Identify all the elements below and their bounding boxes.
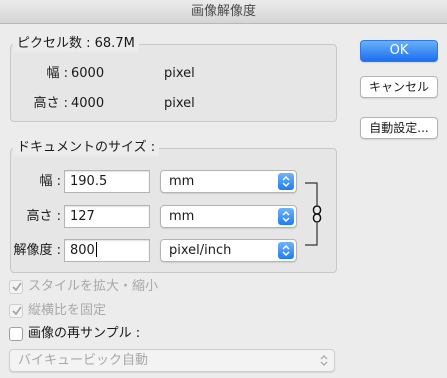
constrain-proportions-label: 縦横比を固定 [28, 303, 107, 318]
doc-width-unit-select[interactable]: mm [160, 170, 297, 193]
text-caret [95, 242, 97, 257]
auto-settings-button[interactable]: 自動設定... [360, 117, 438, 139]
doc-resolution-label: 解像度 : [13, 243, 61, 258]
scale-styles-checkbox[interactable] [9, 280, 23, 294]
pixel-height-unit: pixel [164, 96, 195, 111]
doc-width-label: 幅 : [39, 174, 61, 189]
pixel-height-label: 高さ : [33, 96, 68, 111]
doc-height-input[interactable]: 127 [64, 205, 150, 228]
doc-width-input[interactable]: 190.5 [64, 170, 150, 193]
doc-height-label: 高さ : [26, 209, 61, 224]
doc-resolution-input[interactable]: 800 [64, 239, 150, 262]
pixel-width-label: 幅 : [46, 66, 68, 81]
document-size-legend: ドキュメントのサイズ : [13, 140, 160, 156]
chevron-updown-icon [278, 242, 294, 259]
resample-label: 画像の再サンプル : [28, 326, 141, 341]
ok-button[interactable]: OK [360, 40, 438, 62]
chevron-updown-icon [278, 208, 294, 225]
constrain-proportions-checkbox[interactable] [9, 304, 23, 318]
pixel-width-unit: pixel [164, 66, 195, 81]
doc-resolution-unit-select[interactable]: pixel/inch [160, 239, 297, 262]
pixel-height-value: 4000 [71, 96, 105, 111]
chain-link-icon[interactable] [311, 204, 323, 224]
chevron-updown-icon [278, 173, 294, 190]
pixel-width-value: 6000 [71, 66, 105, 81]
resample-method-select[interactable]: バイキュービック自動 [9, 349, 335, 372]
cancel-button[interactable]: キャンセル [360, 76, 438, 98]
resample-checkbox[interactable] [9, 327, 23, 341]
chevron-updown-icon [316, 352, 332, 369]
window-titlebar: 画像解像度 [0, 0, 447, 24]
pixel-dimensions-legend: ピクセル数 : 68.7M [13, 36, 139, 52]
window-title: 画像解像度 [190, 4, 256, 19]
doc-height-unit-select[interactable]: mm [160, 205, 297, 228]
scale-styles-label: スタイルを拡大・縮小 [28, 279, 159, 294]
